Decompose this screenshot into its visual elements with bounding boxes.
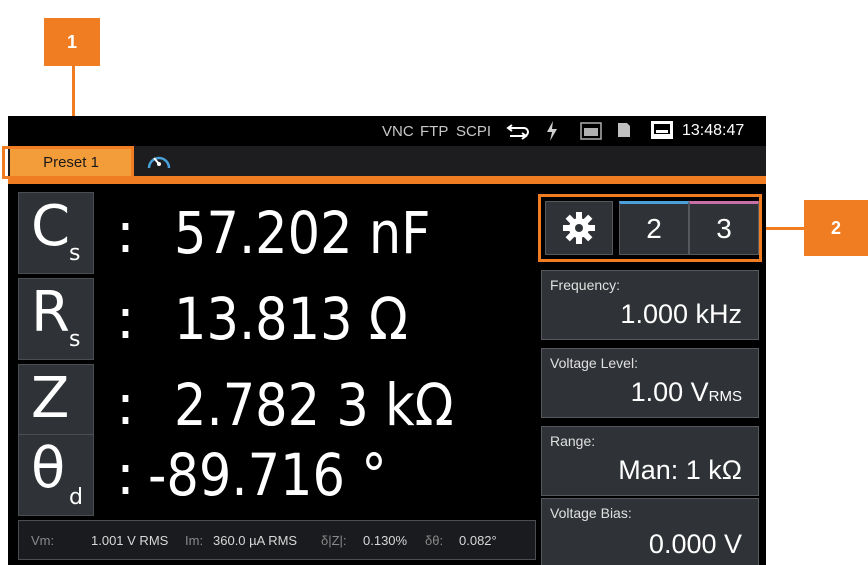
frequency-button[interactable]: Frequency: 1.000 kHz [541, 270, 759, 340]
status-bar: VNC FTP SCPI 13:48:47 [8, 116, 766, 146]
ftp-indicator: FTP [420, 123, 449, 140]
param-cs: C s [18, 192, 94, 274]
voltage-level-unit: RMS [708, 388, 742, 405]
param-colon: : [116, 443, 135, 508]
param-colon: : [116, 287, 135, 352]
measurement-value-rs: 13.813 Ω [174, 285, 408, 353]
button-row: 2 3 [538, 194, 762, 262]
log-icon [580, 122, 602, 140]
clock: 13:48:47 [682, 122, 745, 139]
voltage-bias-label: Voltage Bias: [550, 505, 632, 521]
range-button[interactable]: Range: Man: 1 kΩ [541, 426, 759, 496]
param-rs: R s [18, 278, 94, 360]
memory-card-icon [618, 123, 630, 137]
lightning-icon [547, 121, 557, 141]
instrument-screen: VNC FTP SCPI 13:48:47 Preset 1 C s: 57.… [8, 116, 766, 565]
settings-button[interactable] [545, 201, 613, 255]
param-colon: : [116, 373, 135, 438]
gear-icon [563, 212, 595, 244]
voltage-bias-value: 0.000 V [648, 529, 742, 559]
param-symbol: Z [31, 366, 70, 431]
callout-2: 2 [804, 200, 868, 256]
im-label: Im: [185, 533, 204, 548]
measurement-value-z: 2.782 3 kΩ [174, 371, 454, 439]
voltage-level-label: Voltage Level: [550, 355, 638, 371]
voltage-bias-button[interactable]: Voltage Bias: 0.000 V [541, 498, 759, 565]
range-value: Man: 1 kΩ [618, 455, 742, 485]
frequency-value: 1.000 kHz [620, 299, 742, 329]
dz-label: δ|Z|: [321, 533, 347, 548]
range-label: Range: [550, 433, 596, 449]
voltage-level-button[interactable]: Voltage Level: 1.00 VRMS [541, 348, 759, 418]
param-theta: θ d [18, 434, 94, 516]
vm-label: Vm: [31, 533, 55, 548]
dz-value: 0.130% [363, 533, 408, 548]
measurement-value-theta: -89.716 ° [148, 441, 387, 509]
gauge-icon[interactable] [146, 150, 172, 172]
view-3-button[interactable]: 3 [689, 201, 759, 255]
vnc-indicator: VNC [382, 123, 414, 140]
callout-1: 1 [44, 18, 100, 66]
view-2-button[interactable]: 2 [619, 201, 689, 255]
dtheta-value: 0.082° [459, 533, 497, 548]
info-bar: Vm: 1.001 V RMS Im: 360.0 µA RMS δ|Z|: 0… [18, 520, 536, 560]
measurement-value-cs: 57.202 nF [174, 199, 431, 267]
voltage-level-number: 1.00 V [630, 377, 709, 407]
im-value: 360.0 µA RMS [213, 533, 298, 548]
voltage-level-value: 1.00 VRMS [631, 377, 742, 408]
param-symbol: θ [31, 436, 66, 501]
param-subscript: s [69, 327, 81, 352]
param-colon: : [116, 201, 135, 266]
dtheta-label: δθ: [425, 533, 444, 548]
scpi-indicator: SCPI [456, 123, 492, 140]
sync-icon [506, 124, 529, 140]
network-icon [651, 121, 673, 139]
frequency-label: Frequency: [550, 277, 621, 293]
param-symbol: R [31, 280, 70, 345]
param-subscript: s [69, 241, 81, 266]
callout-2-leader [763, 227, 804, 230]
vm-value: 1.001 V RMS [91, 533, 169, 548]
param-subscript: d [69, 485, 83, 510]
param-symbol: C [31, 194, 71, 259]
preset-tab-highlight [2, 146, 134, 179]
